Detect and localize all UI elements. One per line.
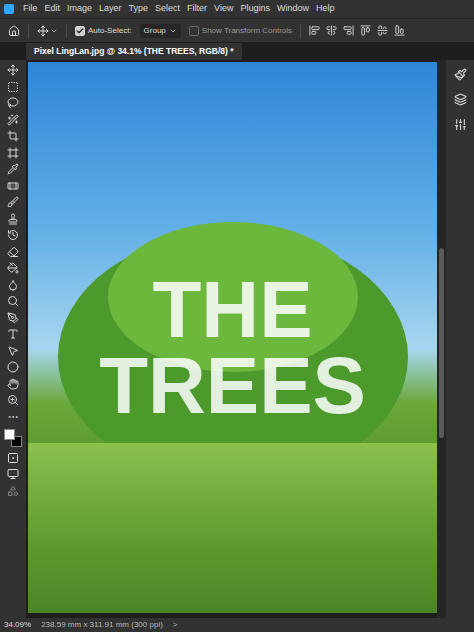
menu-item[interactable]: Edit	[45, 2, 61, 16]
hand-icon[interactable]	[7, 378, 19, 390]
text-layer[interactable]: THE TREES	[73, 272, 393, 424]
chevron-down-icon	[50, 27, 58, 35]
move-icon[interactable]	[7, 64, 19, 76]
extra-icon[interactable]	[7, 485, 19, 497]
status-menu-arrow[interactable]: >	[173, 619, 178, 631]
path-select-icon[interactable]	[7, 345, 19, 357]
document-tab[interactable]: Pixel LingLan.jpg @ 34.1% (THE TREES, RG…	[26, 43, 242, 60]
zoom-level[interactable]: 34.09%	[4, 619, 31, 631]
more-tools-icon[interactable]	[7, 411, 19, 423]
menu-item[interactable]: Layer	[99, 2, 122, 16]
stamp-icon[interactable]	[7, 213, 19, 225]
menu-item[interactable]: Filter	[187, 2, 207, 16]
transform-controls[interactable]: Show Transform Controls	[189, 25, 292, 37]
text-layer-wrap: THE TREES	[28, 272, 437, 424]
menu-item[interactable]: Plugins	[240, 2, 270, 16]
align-icon[interactable]	[309, 25, 320, 36]
align-icon[interactable]	[326, 25, 337, 36]
auto-select[interactable]: Auto-Select:	[75, 25, 132, 37]
align-icon[interactable]	[360, 25, 371, 36]
align-icon[interactable]	[394, 25, 405, 36]
eyedropper-icon[interactable]	[7, 163, 19, 175]
chevron-down-icon	[169, 27, 177, 35]
paint-bucket-icon[interactable]	[7, 262, 19, 274]
object-select-icon[interactable]	[7, 114, 19, 126]
history-brush-icon[interactable]	[7, 229, 19, 241]
marquee-icon[interactable]	[7, 81, 19, 93]
scroll-thumb[interactable]	[439, 248, 444, 438]
menu-item[interactable]: Type	[129, 2, 149, 16]
menu-bar: File Edit Image Layer Type Select Filter View Pl…	[0, 0, 474, 18]
toolbar	[0, 60, 26, 618]
menu-item[interactable]: File	[23, 2, 38, 16]
photoshop-window: File Edit Image Layer Type Select Filter View Pl…	[0, 0, 474, 632]
brush-icon[interactable]	[7, 196, 19, 208]
document-size: 238.59 mm x 311.91 mm (300 ppi)	[41, 619, 163, 631]
scrollbar[interactable]	[437, 60, 446, 618]
auto-select-label: Auto-Select:	[88, 25, 132, 37]
lasso-icon[interactable]	[7, 97, 19, 109]
auto-select-dropdown[interactable]: Group	[140, 24, 181, 38]
transform-controls-label: Show Transform Controls	[202, 25, 292, 37]
workspace: THE TREES	[0, 60, 474, 618]
move-icon	[37, 25, 49, 37]
menu-item[interactable]: Select	[155, 2, 180, 16]
menu-item[interactable]: Image	[67, 2, 92, 16]
grass	[28, 443, 437, 613]
tool-preset[interactable]	[37, 25, 58, 37]
align-icon[interactable]	[343, 25, 354, 36]
app-logo-icon[interactable]	[4, 4, 14, 14]
document-tab-bar: Pixel LingLan.jpg @ 34.1% (THE TREES, RG…	[0, 42, 474, 60]
menu-item[interactable]: Window	[277, 2, 309, 16]
align-icon[interactable]	[377, 25, 388, 36]
frame-icon[interactable]	[7, 147, 19, 159]
pen-icon[interactable]	[7, 312, 19, 324]
ellipse-icon[interactable]	[7, 361, 19, 373]
checkbox[interactable]	[189, 26, 199, 36]
menu-item[interactable]: Help	[316, 2, 335, 16]
eraser-icon[interactable]	[7, 246, 19, 258]
type-icon[interactable]	[7, 328, 19, 340]
quick-mask-icon[interactable]	[7, 452, 19, 464]
brush-panel-icon[interactable]	[454, 68, 467, 81]
layers-panel-icon[interactable]	[454, 93, 467, 106]
check-icon	[76, 27, 84, 35]
canvas[interactable]: THE TREES	[28, 62, 437, 613]
dodge-icon[interactable]	[7, 295, 19, 307]
pasteboard: THE TREES	[26, 60, 437, 618]
checkbox[interactable]	[75, 26, 85, 36]
align-buttons	[309, 25, 405, 36]
options-bar: Auto-Select: Group Show Transform Controls	[0, 18, 474, 42]
adjustments-panel-icon[interactable]	[454, 118, 467, 131]
menu-item[interactable]: View	[214, 2, 233, 16]
panel-strip	[446, 60, 474, 618]
status-bar: 34.09% 238.59 mm x 311.91 mm (300 ppi) >	[0, 618, 474, 632]
zoom-icon[interactable]	[7, 394, 19, 406]
screen-mode-icon[interactable]	[7, 468, 19, 480]
crop-icon[interactable]	[7, 130, 19, 142]
home-icon[interactable]	[8, 25, 20, 37]
color-swatches[interactable]	[4, 429, 22, 447]
healing-icon[interactable]	[7, 180, 19, 192]
blur-icon[interactable]	[7, 279, 19, 291]
